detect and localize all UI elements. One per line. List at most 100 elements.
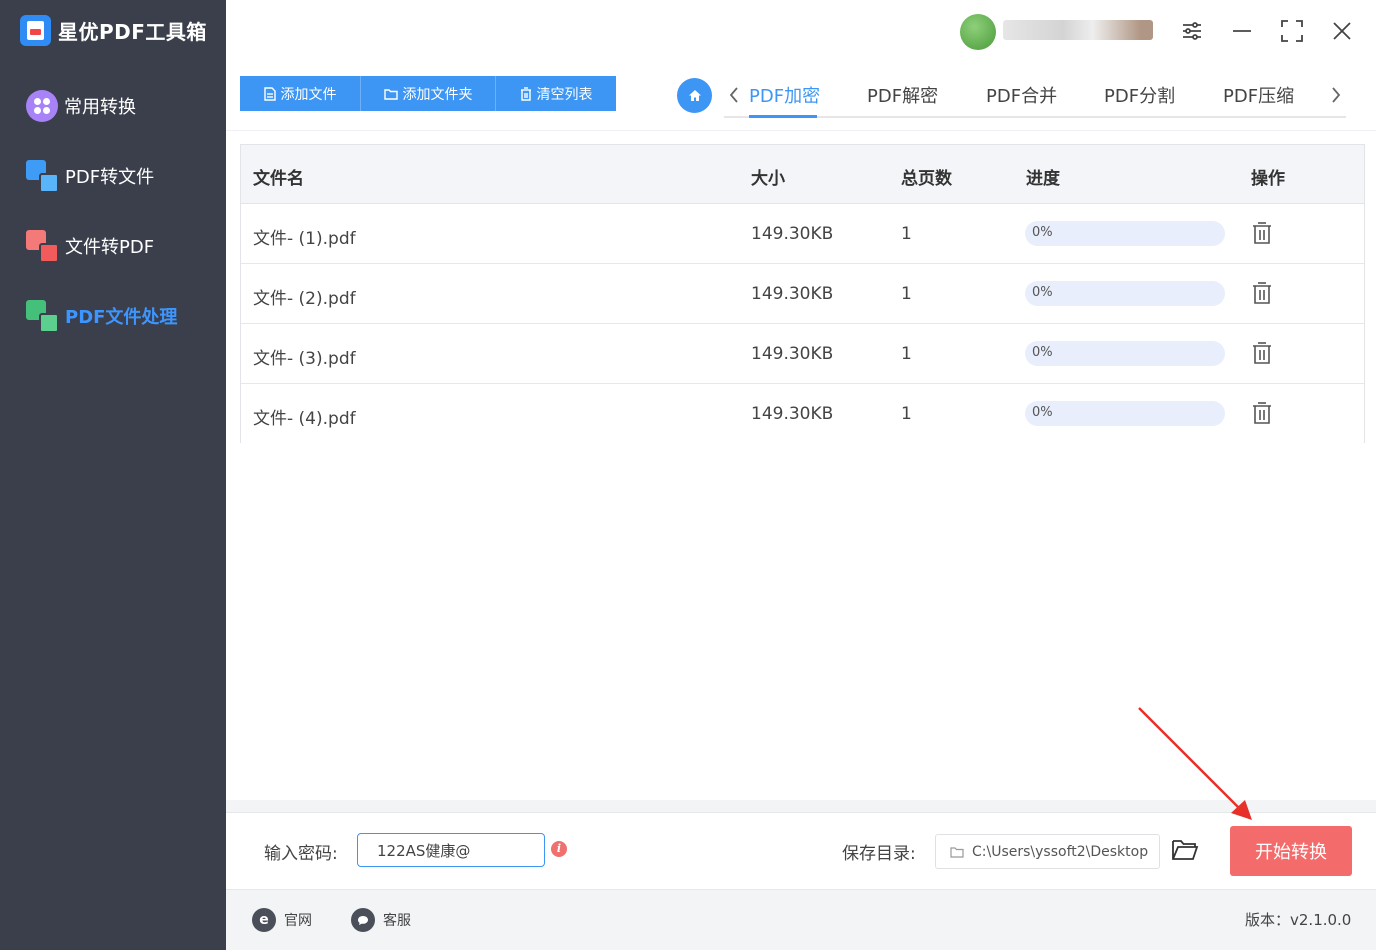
- trash-icon[interactable]: [1252, 281, 1272, 305]
- save-dir-label: 保存目录:: [842, 844, 916, 864]
- tabs-next-button[interactable]: [1326, 82, 1346, 108]
- sidebar-item-pdf-to-file[interactable]: PDF转文件: [26, 158, 154, 194]
- file-size: 149.30KB: [751, 404, 834, 424]
- save-dir-field[interactable]: C:\Users\yssoft2\Desktop: [935, 834, 1160, 869]
- file-name: 文件- (1).pdf: [253, 229, 356, 249]
- column-header-size: 大小: [751, 169, 785, 189]
- add-folder-label: 添加文件夹: [402, 86, 473, 103]
- tab-pdf-merge[interactable]: PDF合并: [986, 82, 1057, 108]
- progress-bar: 0%: [1025, 341, 1225, 366]
- sidebar-item-pdf-process[interactable]: PDF文件处理: [26, 298, 177, 334]
- grid-circle-icon: [26, 90, 58, 122]
- column-header-pages: 总页数: [901, 169, 952, 189]
- minimize-button[interactable]: [1227, 16, 1257, 46]
- home-icon: [688, 90, 701, 101]
- progress-label: 0%: [1032, 285, 1053, 300]
- pdf-process-icon: [26, 299, 59, 333]
- avatar[interactable]: [960, 14, 996, 50]
- tabs-prev-button[interactable]: [724, 82, 744, 108]
- maximize-icon: [1281, 20, 1303, 42]
- page-count: 1: [901, 224, 912, 244]
- page-count: 1: [901, 344, 912, 364]
- column-header-name: 文件名: [253, 169, 304, 189]
- trash-icon[interactable]: [1252, 341, 1272, 365]
- close-icon: [1333, 22, 1351, 40]
- app-title: 星优PDF工具箱: [58, 19, 207, 44]
- chevron-right-icon: [1332, 87, 1341, 103]
- sidebar-item-label: 文件转PDF: [65, 237, 155, 258]
- home-button[interactable]: [677, 78, 712, 113]
- tab-pdf-encrypt[interactable]: PDF加密: [749, 82, 820, 108]
- start-convert-button[interactable]: 开始转换: [1230, 826, 1352, 876]
- website-label: 官网: [284, 913, 312, 929]
- sidebar-item-label: PDF转文件: [65, 167, 155, 188]
- folder-icon: [950, 846, 964, 858]
- progress-label: 0%: [1032, 225, 1053, 240]
- progress-bar: 0%: [1025, 221, 1225, 246]
- support-label: 客服: [383, 913, 411, 929]
- page-count: 1: [901, 284, 912, 304]
- table-row[interactable]: 文件- (2).pdf 149.30KB 1 0%: [241, 264, 1364, 324]
- column-header-action: 操作: [1251, 169, 1285, 189]
- support-link[interactable]: 客服: [351, 908, 411, 932]
- trash-icon: [520, 86, 531, 101]
- settings-button[interactable]: [1177, 16, 1207, 46]
- maximize-button[interactable]: [1277, 16, 1307, 46]
- app-brand: 星优PDF工具箱: [20, 13, 207, 47]
- sidebar: 星优PDF工具箱 常用转换 PDF转文件 文件转PDF PDF文件处理: [0, 0, 226, 950]
- pdf-to-file-icon: [26, 159, 59, 193]
- sidebar-item-label: PDF文件处理: [65, 307, 178, 328]
- progress-label: 0%: [1032, 345, 1053, 360]
- table-row[interactable]: 文件- (4).pdf 149.30KB 1 0%: [241, 384, 1364, 444]
- chevron-left-icon: [729, 87, 738, 103]
- file-size: 149.30KB: [751, 284, 834, 304]
- settings-sliders-icon: [1183, 22, 1201, 40]
- active-tab-indicator: [749, 115, 817, 118]
- trash-icon[interactable]: [1252, 401, 1272, 425]
- progress-bar: 0%: [1025, 281, 1225, 306]
- minimize-icon: [1233, 30, 1251, 32]
- file-to-pdf-icon: [26, 229, 59, 263]
- table-row[interactable]: 文件- (3).pdf 149.30KB 1 0%: [241, 324, 1364, 384]
- progress-bar: 0%: [1025, 401, 1225, 426]
- open-folder-icon[interactable]: [1171, 837, 1199, 863]
- info-icon[interactable]: i: [551, 841, 567, 857]
- progress-label: 0%: [1032, 405, 1053, 420]
- app-logo-icon: [20, 14, 51, 46]
- column-header-progress: 进度: [1026, 169, 1060, 189]
- add-folder-button[interactable]: 添加文件夹: [361, 76, 496, 111]
- username[interactable]: uoyf1122674c0: [1003, 20, 1153, 40]
- password-label: 输入密码:: [264, 844, 338, 864]
- table-row[interactable]: 文件- (1).pdf 149.30KB 1 0%: [241, 204, 1364, 264]
- trash-icon[interactable]: [1252, 221, 1272, 245]
- sidebar-item-common-convert[interactable]: 常用转换: [26, 88, 136, 124]
- file-toolbar: 添加文件 添加文件夹 清空列表: [240, 76, 616, 111]
- version-label: 版本：v2.1.0.0: [1245, 911, 1352, 929]
- tab-pdf-split[interactable]: PDF分割: [1104, 82, 1175, 108]
- tab-pdf-decrypt[interactable]: PDF解密: [867, 82, 938, 108]
- browser-e-icon: e: [252, 908, 276, 932]
- file-size: 149.30KB: [751, 224, 834, 244]
- add-file-button[interactable]: 添加文件: [240, 76, 361, 111]
- sidebar-item-file-to-pdf[interactable]: 文件转PDF: [26, 228, 154, 264]
- clear-list-button[interactable]: 清空列表: [496, 76, 616, 111]
- toolbar-divider: [226, 130, 1376, 131]
- add-file-label: 添加文件: [280, 86, 337, 103]
- file-icon: [263, 86, 276, 101]
- clear-list-label: 清空列表: [536, 86, 593, 103]
- website-link[interactable]: e 官网: [252, 908, 312, 932]
- file-name: 文件- (2).pdf: [253, 289, 356, 309]
- password-input[interactable]: [357, 833, 545, 867]
- file-name: 文件- (3).pdf: [253, 349, 356, 369]
- annotation-arrow-icon: [1138, 707, 1252, 820]
- folder-icon: [383, 88, 398, 100]
- chat-bubble-icon: [351, 908, 375, 932]
- file-name: 文件- (4).pdf: [253, 409, 356, 429]
- close-button[interactable]: [1327, 16, 1357, 46]
- file-table: 文件名 大小 总页数 进度 操作 文件- (1).pdf 149.30KB 1 …: [240, 144, 1365, 444]
- page-count: 1: [901, 404, 912, 424]
- file-size: 149.30KB: [751, 344, 834, 364]
- sidebar-item-label: 常用转换: [64, 97, 136, 118]
- tab-pdf-compress[interactable]: PDF压缩: [1223, 82, 1294, 108]
- tabs-divider: [724, 116, 1346, 118]
